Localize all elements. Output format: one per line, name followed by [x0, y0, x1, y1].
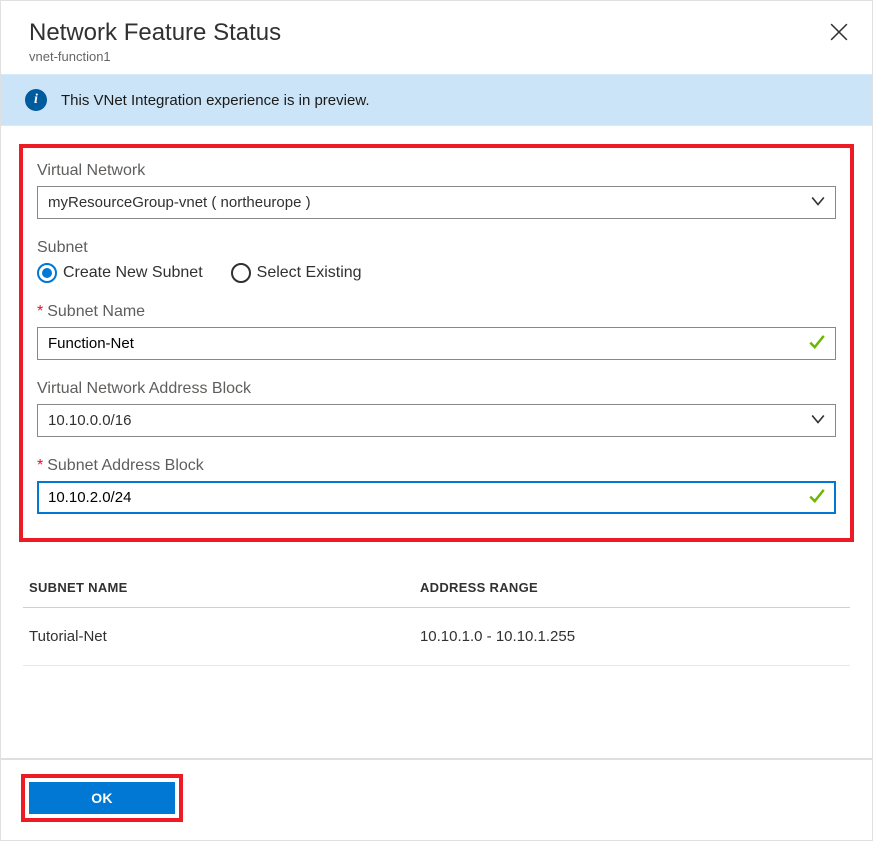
valid-check-icon [808, 486, 826, 509]
form-area: Virtual Network myResourceGroup-vnet ( n… [1, 126, 872, 684]
chevron-down-icon [811, 412, 825, 430]
subnet-name-input[interactable] [37, 327, 836, 360]
info-icon: i [25, 89, 47, 111]
field-subnet-name: *Subnet Name [37, 303, 836, 360]
field-subnet-address-block: *Subnet Address Block [37, 457, 836, 514]
subnet-address-block-label: *Subnet Address Block [37, 457, 836, 475]
radio-icon-checked [37, 263, 57, 283]
close-button[interactable] [830, 23, 850, 43]
radio-create-new-subnet[interactable]: Create New Subnet [37, 263, 203, 283]
info-banner: i This VNet Integration experience is in… [1, 74, 872, 126]
subnet-label: Subnet [37, 239, 836, 257]
page-subtitle: vnet-function1 [29, 49, 844, 64]
col-header-address-range: ADDRESS RANGE [420, 580, 850, 595]
vnet-address-block-select[interactable]: 10.10.0.0/16 [37, 404, 836, 437]
radio-select-existing-subnet[interactable]: Select Existing [231, 263, 362, 283]
panel-header: Network Feature Status vnet-function1 [1, 1, 872, 74]
subnet-radio-group: Create New Subnet Select Existing [37, 263, 836, 283]
virtual-network-value: myResourceGroup-vnet ( northeurope ) [48, 194, 311, 211]
table-header-row: SUBNET NAME ADDRESS RANGE [23, 568, 850, 608]
ok-highlight-box: OK [21, 774, 183, 822]
ok-button[interactable]: OK [29, 782, 175, 814]
virtual-network-select[interactable]: myResourceGroup-vnet ( northeurope ) [37, 186, 836, 219]
subnet-address-block-input[interactable] [37, 481, 836, 514]
field-vnet-address-block: Virtual Network Address Block 10.10.0.0/… [37, 380, 836, 437]
field-subnet-mode: Subnet Create New Subnet Select Existing [37, 239, 836, 283]
radio-existing-label: Select Existing [257, 264, 362, 282]
cell-address-range: 10.10.1.0 - 10.10.1.255 [420, 628, 850, 645]
virtual-network-label: Virtual Network [37, 162, 836, 180]
field-virtual-network: Virtual Network myResourceGroup-vnet ( n… [37, 162, 836, 219]
page-title: Network Feature Status [29, 19, 844, 47]
vnet-address-block-value: 10.10.0.0/16 [48, 412, 131, 429]
subnet-name-label: *Subnet Name [37, 303, 836, 321]
radio-icon-unchecked [231, 263, 251, 283]
subnet-table: SUBNET NAME ADDRESS RANGE Tutorial-Net 1… [19, 568, 854, 666]
footer-bar: OK [1, 758, 872, 840]
radio-create-label: Create New Subnet [63, 264, 203, 282]
table-row[interactable]: Tutorial-Net 10.10.1.0 - 10.10.1.255 [23, 608, 850, 666]
col-header-subnet-name: SUBNET NAME [23, 580, 420, 595]
valid-check-icon [808, 332, 826, 355]
info-banner-text: This VNet Integration experience is in p… [61, 92, 370, 109]
chevron-down-icon [811, 194, 825, 212]
vnet-address-block-label: Virtual Network Address Block [37, 380, 836, 398]
close-icon [830, 23, 848, 41]
highlight-box: Virtual Network myResourceGroup-vnet ( n… [19, 144, 854, 542]
cell-subnet-name: Tutorial-Net [23, 628, 420, 645]
